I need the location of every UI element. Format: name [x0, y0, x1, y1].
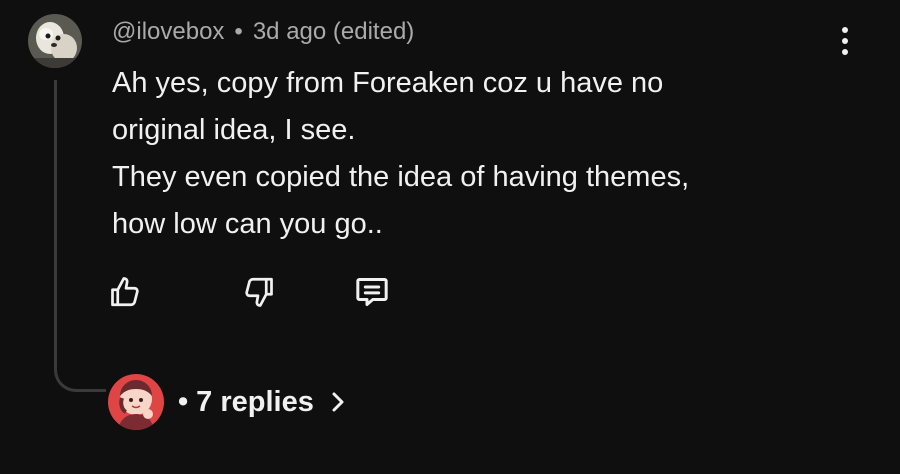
- view-replies-row[interactable]: • 7 replies: [108, 374, 346, 430]
- comment-line: original idea, I see.: [112, 114, 356, 146]
- more-options-button[interactable]: [830, 26, 860, 56]
- comment-body: Ah yes, copy from Foreaken coz u have no…: [112, 60, 852, 248]
- comment-header: @ilovebox • 3d ago (edited): [112, 17, 414, 47]
- reply-button[interactable]: [352, 272, 392, 312]
- reply-message-icon: [356, 278, 388, 306]
- replies-count-label: 7 replies: [196, 385, 314, 418]
- comment-timestamp[interactable]: 3d ago: [253, 18, 326, 45]
- dislike-button[interactable]: [238, 272, 278, 312]
- more-vertical-icon: [842, 27, 848, 33]
- more-vertical-icon-dot: [842, 38, 848, 44]
- chevron-right-icon: [330, 391, 346, 413]
- thread-connector-line: [54, 80, 106, 392]
- author-handle[interactable]: @ilovebox: [112, 18, 224, 45]
- author-avatar[interactable]: [28, 14, 82, 68]
- replies-bullet: •: [178, 385, 189, 418]
- thumbs-up-icon: [111, 277, 139, 307]
- header-separator: •: [234, 18, 243, 45]
- thumbs-down-icon: [245, 277, 273, 307]
- replies-link[interactable]: • 7 replies: [178, 386, 346, 419]
- comment-thread: @ilovebox • 3d ago (edited) Ah yes, copy f…: [0, 0, 900, 474]
- comment-line: Ah yes, copy from Foreaken coz u have no: [112, 67, 664, 99]
- more-vertical-icon-dot: [842, 49, 848, 55]
- like-button[interactable]: [106, 272, 146, 312]
- comment-line: how low can you go..: [112, 208, 383, 240]
- reply-author-avatar: [108, 374, 164, 430]
- comment-line: They even copied the idea of having them…: [112, 161, 690, 193]
- edited-label: (edited): [332, 18, 415, 45]
